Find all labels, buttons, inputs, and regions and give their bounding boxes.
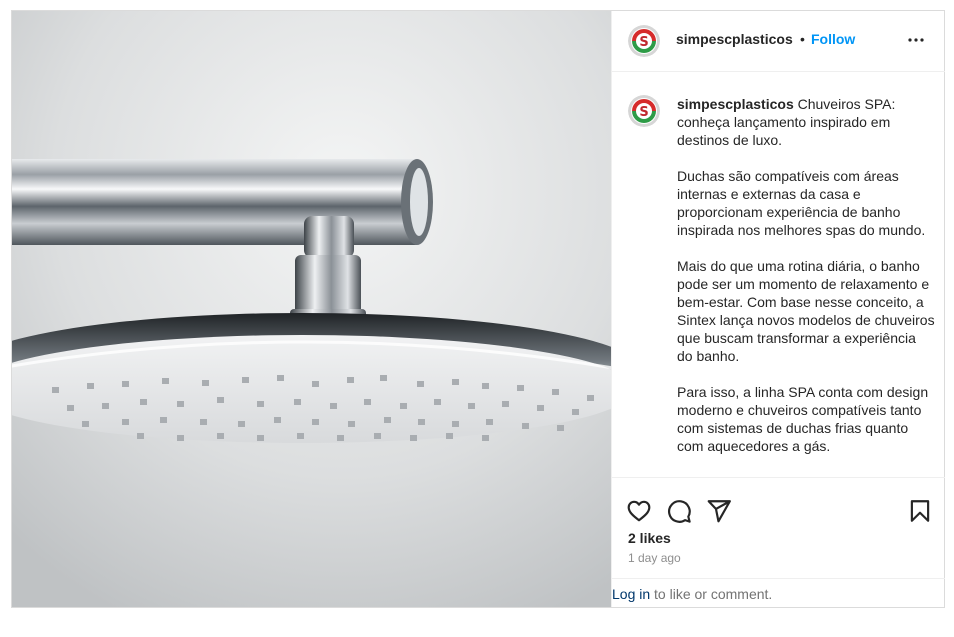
post-card: S simpescplasticos • Follow S simpescpla… bbox=[11, 10, 945, 608]
bookmark-icon bbox=[910, 500, 930, 522]
login-prompt-text: Log in to like or comment. bbox=[612, 586, 772, 602]
action-bar: 2 likes 1 day ago Log in to like or comm… bbox=[612, 478, 945, 608]
like-button[interactable] bbox=[626, 498, 652, 524]
comment-icon bbox=[668, 500, 691, 523]
save-button[interactable] bbox=[907, 498, 933, 524]
caption-section: S simpescplasticos Chuveiros SPA: conheç… bbox=[612, 72, 945, 478]
caption-username[interactable]: simpescplasticos bbox=[677, 96, 794, 112]
share-button[interactable] bbox=[706, 498, 732, 524]
caption-avatar[interactable]: S bbox=[628, 95, 660, 127]
separator-dot: • bbox=[800, 31, 805, 47]
send-icon bbox=[707, 500, 731, 523]
login-prompt: Log in to like or comment. bbox=[612, 578, 945, 608]
post-image[interactable] bbox=[12, 11, 611, 607]
login-prompt-rest: to like or comment. bbox=[650, 586, 773, 602]
heart-icon bbox=[627, 500, 651, 522]
caption-text-body: Duchas são compatíveis com áreas interna… bbox=[677, 168, 935, 454]
svg-text:S: S bbox=[639, 35, 648, 50]
svg-text:S: S bbox=[639, 105, 648, 120]
follow-button[interactable]: Follow bbox=[811, 31, 855, 47]
brand-logo-icon: S bbox=[628, 95, 660, 127]
more-horizontal-icon bbox=[908, 38, 924, 42]
post-sidebar: S simpescplasticos • Follow S simpescpla… bbox=[611, 11, 945, 607]
shower-head-photo bbox=[12, 11, 611, 607]
likes-count[interactable]: 2 likes bbox=[628, 530, 671, 546]
comment-button[interactable] bbox=[666, 498, 692, 524]
more-options-button[interactable] bbox=[904, 28, 928, 52]
brand-logo-icon: S bbox=[628, 25, 660, 57]
post-header: S simpescplasticos • Follow bbox=[612, 11, 945, 72]
username-link[interactable]: simpescplasticos bbox=[676, 31, 793, 47]
post-timestamp[interactable]: 1 day ago bbox=[628, 551, 681, 565]
post-caption: simpescplasticos Chuveiros SPA: conheça … bbox=[677, 95, 935, 455]
login-link[interactable]: Log in bbox=[612, 586, 650, 602]
avatar[interactable]: S bbox=[628, 25, 660, 57]
